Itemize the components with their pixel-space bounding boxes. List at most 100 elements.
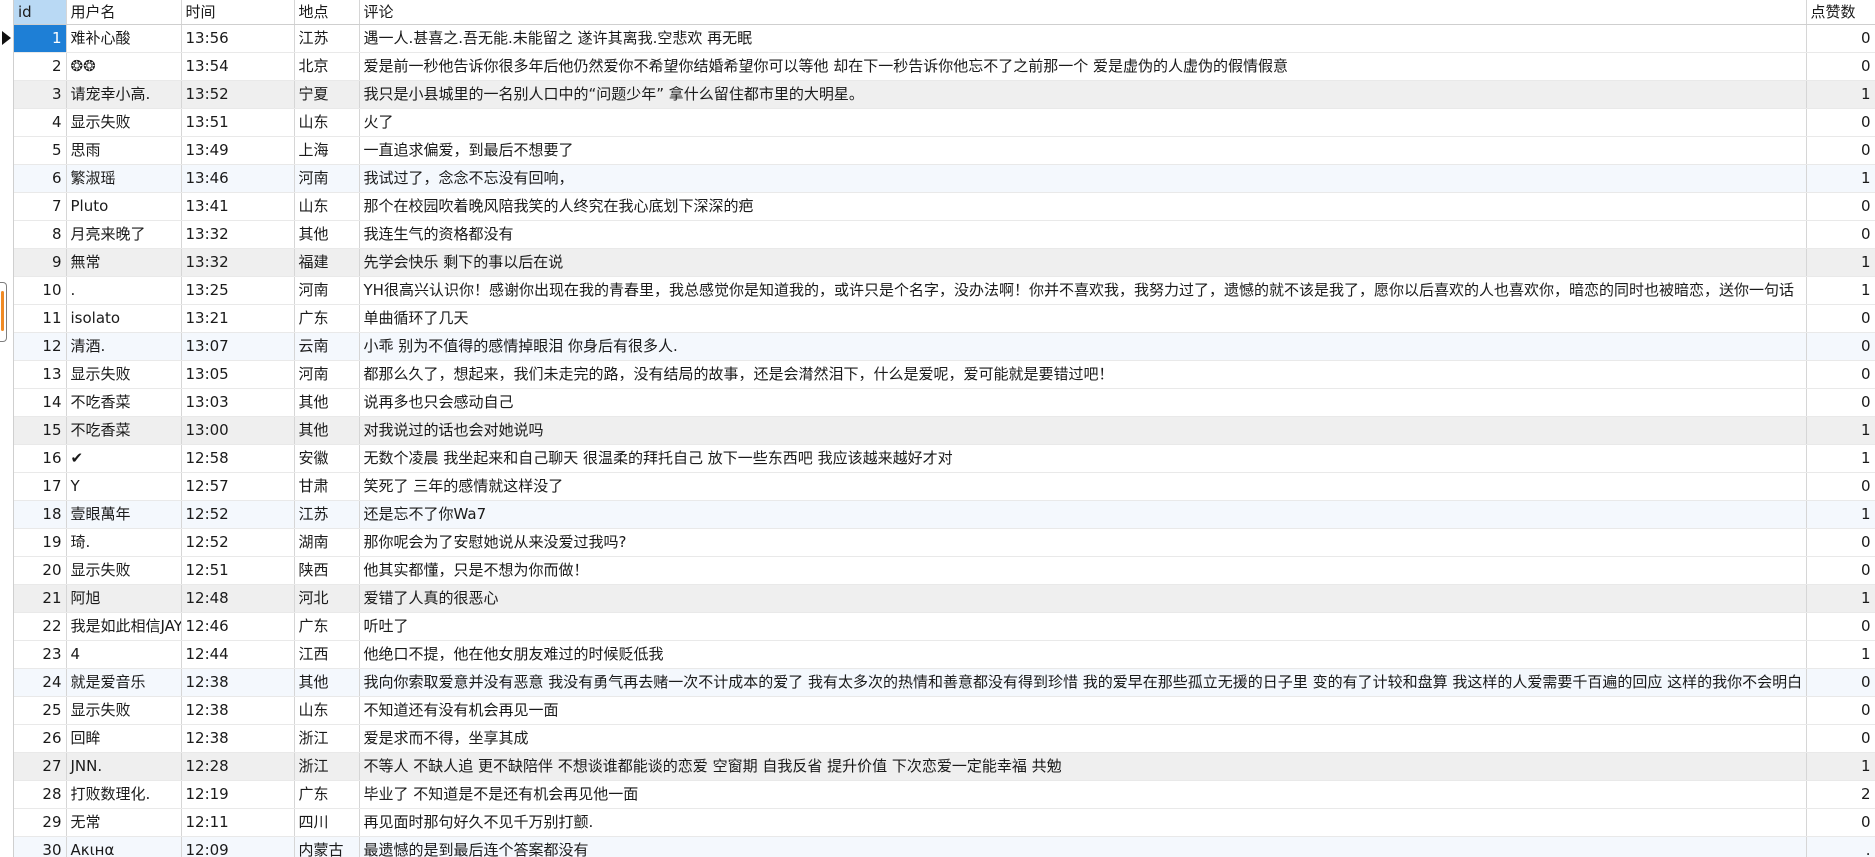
table-row[interactable]: 16 ✔ 12:58 安徽 无数个凌晨 我坐起来和自己聊天 很温柔的拜托自己 放下一些东… xyxy=(14,444,1875,473)
table-row[interactable]: 2 ❂❂ 13:54 北京 爱是前一秒他告诉你很多年后他仍然爱你不希望你结婚希望你可以等… xyxy=(14,52,1875,81)
cell-time[interactable]: 12:28 xyxy=(181,752,295,781)
cell-time[interactable]: 13:03 xyxy=(181,388,295,417)
cell-id[interactable]: 13 xyxy=(14,360,67,389)
cell-id[interactable]: 15 xyxy=(14,416,67,445)
cell-location[interactable]: 其他 xyxy=(294,388,360,417)
cell-time[interactable]: 12:58 xyxy=(181,444,295,473)
cell-user[interactable]: Aκιнα xyxy=(66,836,182,857)
table-row[interactable]: 28 打败数理化. 12:19 广东 毕业了 不知道是不是还有机会再见他一面 2 xyxy=(14,780,1875,809)
cell-location[interactable]: 河南 xyxy=(294,360,360,389)
cell-time[interactable]: 13:52 xyxy=(181,80,295,109)
cell-location[interactable]: 上海 xyxy=(294,136,360,165)
cell-time[interactable]: 12:52 xyxy=(181,528,295,557)
cell-comment[interactable]: 爱是求而不得，坐享其成 xyxy=(359,724,1807,753)
cell-id[interactable]: 18 xyxy=(14,500,67,529)
cell-comment[interactable]: 我只是小县城里的一名别人口中的“问题少年” 拿什么留住都市里的大明星。 xyxy=(359,80,1807,109)
cell-id[interactable]: 7 xyxy=(14,192,67,221)
cell-likes[interactable]: 0 xyxy=(1806,528,1875,557)
cell-likes[interactable]: 0 xyxy=(1806,724,1875,753)
column-header-location[interactable]: 地点 xyxy=(294,0,360,25)
cell-id[interactable]: 17 xyxy=(14,472,67,501)
cell-id[interactable]: 12 xyxy=(14,332,67,361)
cell-time[interactable]: 12:52 xyxy=(181,500,295,529)
cell-user[interactable]: 回眸 xyxy=(66,724,182,753)
cell-comment[interactable]: 对我说过的话也会对她说吗 xyxy=(359,416,1807,445)
cell-comment[interactable]: 一直追求偏爱，到最后不想要了 xyxy=(359,136,1807,165)
cell-location[interactable]: 甘肃 xyxy=(294,472,360,501)
column-header-likes[interactable]: 点赞数 xyxy=(1806,0,1875,25)
cell-id[interactable]: 28 xyxy=(14,780,67,809)
cell-user[interactable]: 4 xyxy=(66,640,182,669)
cell-likes[interactable]: 0 xyxy=(1806,304,1875,333)
cell-location[interactable]: 其他 xyxy=(294,668,360,697)
table-row[interactable]: 5 思雨 13:49 上海 一直追求偏爱，到最后不想要了 0 xyxy=(14,136,1875,165)
cell-time[interactable]: 13:54 xyxy=(181,52,295,81)
cell-likes[interactable]: 0 xyxy=(1806,136,1875,165)
cell-user[interactable]: 不吃香菜 xyxy=(66,416,182,445)
cell-location[interactable]: 江苏 xyxy=(294,24,360,53)
cell-comment[interactable]: 再见面时那句好久不见千万别打颤. xyxy=(359,808,1807,837)
cell-user[interactable]: 打败数理化. xyxy=(66,780,182,809)
table-row[interactable]: 20 显示失败 12:51 陕西 他其实都懂，只是不想为你而做！ 0 xyxy=(14,556,1875,585)
cell-likes[interactable]: 0 xyxy=(1806,808,1875,837)
cell-user[interactable]: ✔ xyxy=(66,444,182,473)
cell-likes[interactable]: 1 xyxy=(1806,416,1875,445)
cell-user[interactable]: 我是如此相信JAY xyxy=(66,612,182,641)
table-row[interactable]: 26 回眸 12:38 浙江 爱是求而不得，坐享其成 0 xyxy=(14,724,1875,753)
table-row[interactable]: 6 繁淑瑶 13:46 河南 我试过了，念念不忘没有回响， 1 xyxy=(14,164,1875,193)
cell-comment[interactable]: 那你呢会为了安慰她说从来没爱过我吗? xyxy=(359,528,1807,557)
cell-id[interactable]: 1 xyxy=(14,24,67,53)
cell-location[interactable]: 内蒙古 xyxy=(294,836,360,857)
cell-comment[interactable]: YH很高兴认识你！感谢你出现在我的青春里，我总感觉你是知道我的，或许只是个名字，… xyxy=(359,276,1807,305)
cell-comment[interactable]: 先学会快乐 剩下的事以后在说 xyxy=(359,248,1807,277)
cell-comment[interactable]: 不等人 不缺人追 更不缺陪伴 不想谈谁都能谈的恋爱 空窗期 自我反省 提升价值 … xyxy=(359,752,1807,781)
cell-id[interactable]: 16 xyxy=(14,444,67,473)
cell-time[interactable]: 13:49 xyxy=(181,136,295,165)
cell-id[interactable]: 9 xyxy=(14,248,67,277)
cell-id[interactable]: 19 xyxy=(14,528,67,557)
cell-likes[interactable]: . xyxy=(1806,836,1875,857)
cell-id[interactable]: 29 xyxy=(14,808,67,837)
cell-time[interactable]: 13:05 xyxy=(181,360,295,389)
column-header-comment[interactable]: 评论 xyxy=(359,0,1807,25)
cell-location[interactable]: 河南 xyxy=(294,164,360,193)
column-header-time[interactable]: 时间 xyxy=(181,0,295,25)
cell-user[interactable]: 無常 xyxy=(66,248,182,277)
cell-id[interactable]: 30 xyxy=(14,836,67,857)
cell-comment[interactable]: 爱是前一秒他告诉你很多年后他仍然爱你不希望你结婚希望你可以等他 却在下一秒告诉你… xyxy=(359,52,1807,81)
table-row[interactable]: 25 显示失败 12:38 山东 不知道还有没有机会再见一面 0 xyxy=(14,696,1875,725)
cell-time[interactable]: 12:38 xyxy=(181,668,295,697)
column-header-user[interactable]: 用户名 xyxy=(66,0,182,25)
cell-comment[interactable]: 他绝口不提，他在他女朋友难过的时候贬低我 xyxy=(359,640,1807,669)
cell-location[interactable]: 其他 xyxy=(294,416,360,445)
cell-location[interactable]: 云南 xyxy=(294,332,360,361)
cell-user[interactable]: 显示失败 xyxy=(66,556,182,585)
cell-location[interactable]: 江苏 xyxy=(294,500,360,529)
cell-comment[interactable]: 都那么久了，想起来，我们未走完的路，没有结局的故事，还是会潸然泪下，什么是爱呢，… xyxy=(359,360,1807,389)
table-row[interactable]: 23 4 12:44 江西 他绝口不提，他在他女朋友难过的时候贬低我 1 xyxy=(14,640,1875,669)
cell-location[interactable]: 浙江 xyxy=(294,724,360,753)
cell-id[interactable]: 8 xyxy=(14,220,67,249)
cell-comment[interactable]: 他其实都懂，只是不想为你而做！ xyxy=(359,556,1807,585)
cell-comment[interactable]: 笑死了 三年的感情就这样没了 xyxy=(359,472,1807,501)
cell-time[interactable]: 13:07 xyxy=(181,332,295,361)
table-row[interactable]: 29 无常 12:11 四川 再见面时那句好久不见千万别打颤. 0 xyxy=(14,808,1875,837)
cell-id[interactable]: 10 xyxy=(14,276,67,305)
cell-likes[interactable]: 0 xyxy=(1806,556,1875,585)
cell-time[interactable]: 12:46 xyxy=(181,612,295,641)
cell-user[interactable]: 无常 xyxy=(66,808,182,837)
cell-comment[interactable]: 那个在校园吹着晚风陪我笑的人终究在我心底划下深深的疤 xyxy=(359,192,1807,221)
cell-location[interactable]: 其他 xyxy=(294,220,360,249)
cell-likes[interactable]: 1 xyxy=(1806,248,1875,277)
cell-user[interactable]: 难补心酸 xyxy=(66,24,182,53)
cell-user[interactable]: 不吃香菜 xyxy=(66,388,182,417)
table-row[interactable]: 10. 13:25 河南 YH很高兴认识你！感谢你出现在我的青春里，我总感觉你是知道我… xyxy=(14,276,1875,305)
cell-location[interactable]: 广东 xyxy=(294,304,360,333)
table-row[interactable]: 14 不吃香菜 13:03 其他 说再多也只会感动自己 0 xyxy=(14,388,1875,417)
cell-location[interactable]: 四川 xyxy=(294,808,360,837)
cell-user[interactable]: 繁淑瑶 xyxy=(66,164,182,193)
cell-location[interactable]: 河北 xyxy=(294,584,360,613)
cell-likes[interactable]: 1 xyxy=(1806,500,1875,529)
cell-comment[interactable]: 我向你索取爱意并没有恶意 我没有勇气再去赌一次不计成本的爱了 我有太多次的热情和… xyxy=(359,668,1807,697)
cell-likes[interactable]: 1 xyxy=(1806,640,1875,669)
